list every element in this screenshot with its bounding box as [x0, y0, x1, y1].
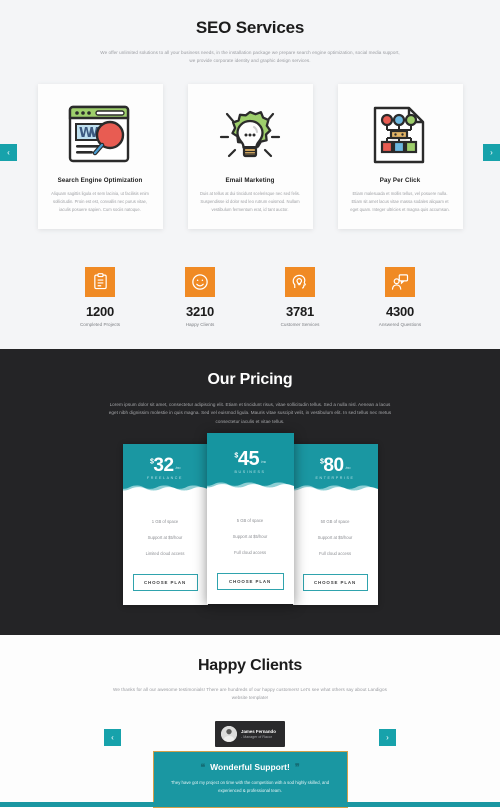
plan-period: /mo — [345, 465, 351, 470]
plan-features: 50 GB of space Support at $5/hour Full c… — [293, 492, 378, 562]
testimonial-body: They have got my project on time with th… — [170, 779, 330, 794]
chevron-left-icon: ‹ — [7, 148, 10, 157]
plan-price: $45/mo — [234, 433, 266, 471]
stat-number: 1200 — [85, 303, 115, 319]
clients-subtitle: We thanks for all our awesome testimonia… — [113, 686, 387, 701]
stat-label: Happy Clients — [185, 321, 215, 327]
testimonial-heading: Wonderful Support! — [210, 762, 290, 773]
service-card-text: Aliquam sagittis ligula et sem lacinia, … — [51, 190, 149, 213]
services-section: SEO Services We offer unlimited solution… — [0, 0, 500, 259]
plan-feature: Full cloud access — [233, 550, 267, 556]
service-card-title: Search Engine Optimization — [57, 176, 143, 184]
pricing-plan-enterprise[interactable]: $80/mo ENTERPRISE 50 GB of space Support… — [292, 443, 378, 605]
plan-header: $45/mo BUSINESS — [206, 432, 294, 489]
services-card-row: W W W Search Engine Optimization Aliquam… — [0, 83, 500, 249]
quote-close-icon: ❞ — [294, 761, 300, 772]
flowchart-document-icon — [347, 96, 454, 174]
pricing-plans-row: $32/mo FREELANCE 1 GB of space Support a… — [0, 432, 500, 605]
plan-header: $80/mo ENTERPRISE — [292, 443, 378, 492]
pricing-plan-freelance[interactable]: $32/mo FREELANCE 1 GB of space Support a… — [122, 443, 208, 605]
choose-plan-button[interactable]: CHOOSE PLAN — [302, 573, 368, 591]
choose-plan-button[interactable]: CHOOSE PLAN — [132, 573, 198, 591]
pricing-section: Our Pricing Lorem ipsum dolor sit amet, … — [0, 348, 500, 635]
plan-feature: Support at $5/hour — [232, 534, 268, 540]
pricing-plan-business[interactable]: $45/mo BUSINESS 5 GB of space Support at… — [206, 432, 294, 604]
testimonials-section: Happy Clients We thanks for all our awes… — [0, 634, 500, 808]
plan-feature: Support at $5/hour — [147, 535, 183, 541]
service-card-text: Etiam malesuada et mollis tellus, vel po… — [350, 190, 450, 213]
testimonial-next-button[interactable]: › — [379, 728, 396, 746]
head-idea-icon — [285, 266, 315, 297]
services-prev-button[interactable]: ‹ — [0, 144, 17, 161]
plan-feature: Support at $5/hour — [317, 535, 353, 541]
service-card-title: Pay Per Click — [379, 176, 421, 184]
stat-customer-services: 3781 Customer Services — [270, 266, 330, 327]
plan-amount: 80 — [323, 454, 344, 476]
plan-feature: Full cloud access — [318, 551, 352, 557]
plan-feature: 50 GB of space — [320, 519, 350, 525]
wave-divider-icon — [122, 485, 208, 492]
lightbulb-gear-icon — [197, 96, 304, 174]
pricing-subtitle: Lorem ipsum dolor sit amet, consectetur … — [108, 401, 392, 424]
testimonial-author-info: James Fernando - Manager of Racor — [241, 729, 276, 740]
avatar — [221, 725, 237, 742]
clipboard-icon — [85, 266, 115, 297]
plan-name: FREELANCE — [147, 475, 183, 480]
stat-label: Customer Services — [280, 321, 320, 327]
plan-button-wrap: CHOOSE PLAN — [123, 562, 208, 605]
chevron-right-icon: › — [386, 732, 389, 742]
plan-price: $32/mo — [150, 444, 180, 477]
testimonial-quote-box: ❝ Wonderful Support! ❞ They have got my … — [152, 750, 348, 808]
stat-number: 3781 — [285, 303, 315, 319]
testimonial-heading-row: ❝ Wonderful Support! ❞ — [168, 762, 333, 773]
service-card-email-marketing[interactable]: Email Marketing Duis at tellus at dui ti… — [187, 83, 313, 229]
plan-feature: 1 GB of space — [151, 519, 179, 525]
testimonial-author-role: - Manager of Racor — [241, 735, 272, 740]
stat-number: 4300 — [385, 303, 415, 319]
plan-period: /mo — [261, 459, 266, 464]
footer-accent-bar — [0, 801, 500, 807]
stats-section: 1200 Completed Projects 3210 Happy Clien… — [0, 258, 500, 349]
plan-feature: 5 GB of space — [236, 518, 264, 524]
plan-amount: 32 — [153, 454, 174, 476]
service-card-title: Email Marketing — [225, 176, 275, 184]
smiley-icon — [185, 266, 215, 297]
stat-answered-questions: 4300 Answered Questions — [370, 266, 430, 327]
plan-header: $32/mo FREELANCE — [122, 443, 208, 492]
pricing-title: Our Pricing — [207, 370, 293, 388]
plan-button-wrap: CHOOSE PLAN — [207, 561, 294, 604]
chevron-right-icon: › — [490, 148, 493, 157]
service-card-pay-per-click[interactable]: Pay Per Click Etiam malesuada et mollis … — [337, 83, 463, 229]
service-card-seo[interactable]: W W W Search Engine Optimization Aliquam… — [37, 83, 163, 229]
browser-search-icon: W W W — [47, 96, 154, 174]
plan-period: /mo — [175, 465, 181, 470]
clients-title: Happy Clients — [197, 656, 303, 674]
services-subtitle: We offer unlimited solutions to all your… — [100, 50, 400, 64]
plan-price: $80/mo — [320, 444, 350, 477]
plan-feature: Limited cloud access — [145, 551, 185, 557]
chevron-left-icon: ‹ — [111, 732, 114, 742]
page-title: SEO Services — [195, 18, 305, 37]
chat-user-icon — [385, 266, 415, 297]
testimonial-author-chip: James Fernando - Manager of Racor — [215, 720, 285, 747]
stat-completed-projects: 1200 Completed Projects — [70, 266, 130, 327]
stat-number: 3210 — [185, 303, 215, 319]
service-card-text: Duis at tellus at dui tincidunt sceleris… — [199, 190, 301, 213]
stat-label: Completed Projects — [79, 321, 121, 327]
plan-button-wrap: CHOOSE PLAN — [293, 562, 378, 605]
plan-name: ENTERPRISE — [315, 475, 355, 480]
stat-label: Answered Questions — [378, 321, 422, 327]
choose-plan-button[interactable]: CHOOSE PLAN — [216, 572, 284, 590]
testimonial-prev-button[interactable]: ‹ — [104, 728, 121, 746]
plan-name: BUSINESS — [234, 469, 266, 474]
plan-features: 5 GB of space Support at $5/hour Full cl… — [207, 489, 294, 561]
testimonial-author-name: James Fernando — [241, 728, 276, 734]
plan-amount: 45 — [237, 447, 260, 470]
stat-happy-clients: 3210 Happy Clients — [170, 266, 230, 327]
quote-open-icon: ❝ — [200, 761, 206, 772]
services-next-button[interactable]: › — [483, 144, 500, 161]
wave-divider-icon — [292, 485, 378, 492]
plan-features: 1 GB of space Support at $5/hour Limited… — [123, 492, 208, 562]
wave-divider-icon — [206, 482, 294, 489]
